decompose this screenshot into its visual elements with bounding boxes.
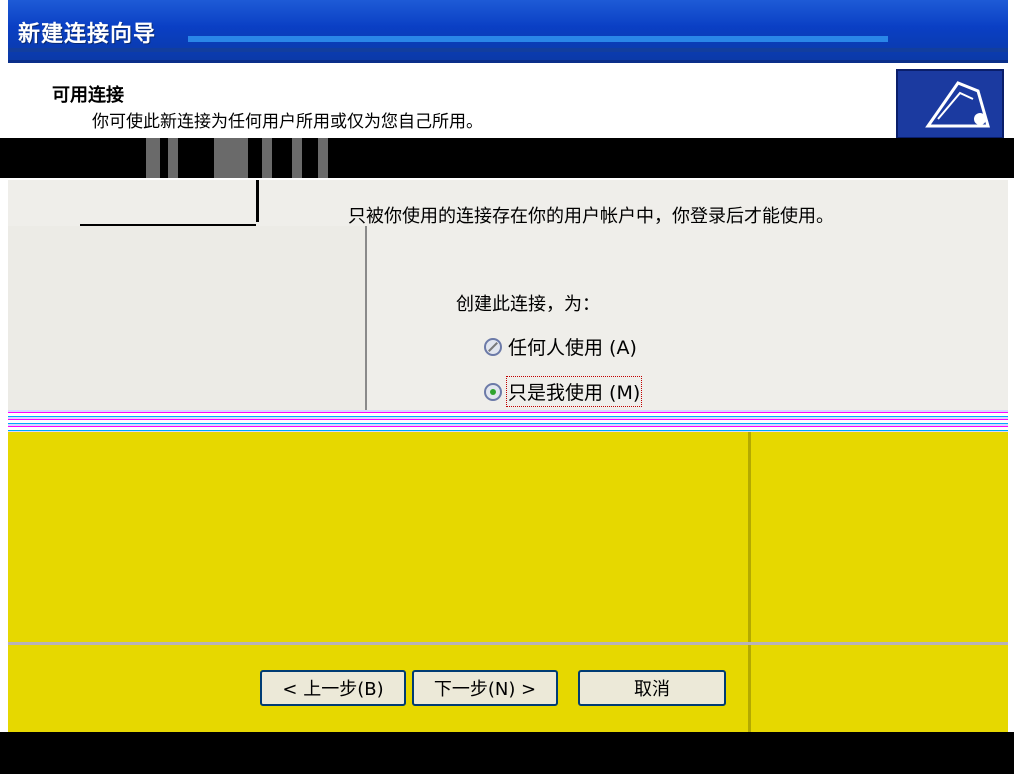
- connection-wizard-icon: [896, 69, 1004, 139]
- divider: [256, 180, 259, 222]
- radio-anyone[interactable]: 任何人使用 (A): [484, 333, 637, 360]
- page-title: 可用连接: [52, 85, 124, 106]
- title-bar-stripe: [188, 36, 888, 42]
- radio-selected-icon[interactable]: [484, 382, 502, 401]
- left-pane: [8, 226, 367, 412]
- page-subtitle: 你可使此新连接为任何用户所用或仅为您自己所用。: [92, 112, 483, 132]
- notice-text: 只被你使用的连接存在你的用户帐户中，你登录后才能使用。: [348, 206, 834, 227]
- radio-anyone-label: 任何人使用 (A): [508, 337, 637, 359]
- radio-only-me[interactable]: 只是我使用 (M): [484, 376, 643, 407]
- render-artifact-band: [0, 138, 1014, 178]
- wizard-header: 可用连接 你可使此新连接为任何用户所用或仅为您自己所用。: [8, 63, 1008, 139]
- connection-scope-label: 创建此连接，为：: [456, 294, 600, 315]
- divider: [748, 432, 751, 732]
- wizard-screen: 新建连接向导 可用连接 你可使此新连接为任何用户所用或仅为您自己所用。 只被你使…: [0, 0, 1014, 774]
- radio-unselected-icon[interactable]: [484, 337, 502, 356]
- title-bar-stripe: [8, 48, 1008, 52]
- wizard-footer: < 上一步(B) 下一步(N) > 取消: [8, 432, 1008, 732]
- footer-separator: [8, 642, 1008, 645]
- window-title: 新建连接向导: [18, 22, 157, 47]
- next-button[interactable]: 下一步(N) >: [412, 670, 558, 706]
- wizard-body: 只被你使用的连接存在你的用户帐户中，你登录后才能使用。 创建此连接，为： 任何人…: [8, 180, 1008, 412]
- render-artifact-stripes: [8, 410, 1008, 432]
- bottom-bar: [0, 732, 1014, 774]
- back-button[interactable]: < 上一步(B): [260, 670, 406, 706]
- cancel-button[interactable]: 取消: [578, 670, 726, 706]
- title-bar[interactable]: 新建连接向导: [8, 0, 1008, 63]
- radio-only-me-label: 只是我使用 (M): [505, 376, 643, 407]
